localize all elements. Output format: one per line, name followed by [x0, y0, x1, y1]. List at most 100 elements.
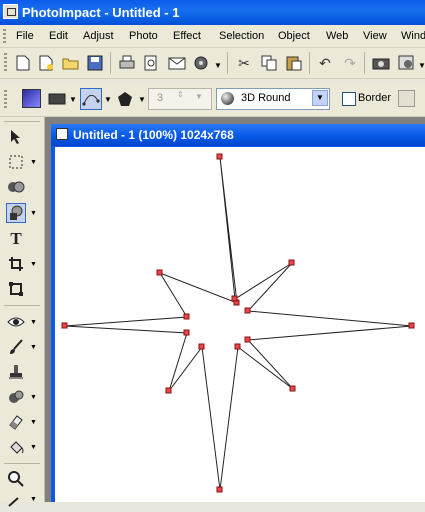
tool-panel-grip[interactable] — [4, 121, 40, 122]
crop-tool-dropdown-icon[interactable]: ▼ — [30, 261, 37, 268]
toolbar-separator — [110, 52, 111, 74]
menu-grip[interactable] — [3, 29, 6, 43]
crop-tool-icon[interactable] — [6, 254, 26, 274]
toolbar-separator — [309, 52, 310, 74]
eraser-tool-icon[interactable] — [6, 412, 26, 432]
image-canvas[interactable] — [55, 147, 425, 502]
new-icon[interactable] — [12, 52, 34, 74]
paint-tool-icon[interactable] — [6, 337, 26, 357]
path-node[interactable] — [198, 343, 205, 350]
menu-edit[interactable]: Edit — [49, 30, 68, 42]
spinner-dropdown-icon[interactable]: ▼ — [195, 92, 203, 101]
path-node[interactable] — [61, 322, 68, 329]
menu-photo[interactable]: Photo — [129, 30, 158, 42]
capture-dropdown-icon[interactable]: ▼ — [418, 61, 425, 70]
new-from-template-icon[interactable] — [36, 52, 58, 74]
selection-tool-icon[interactable] — [6, 152, 26, 172]
path-node[interactable] — [165, 387, 172, 394]
document-title-bar[interactable]: Untitled - 1 (100%) 1024x768 — [51, 124, 425, 146]
red-eye-tool-icon[interactable] — [6, 312, 26, 332]
mail-icon[interactable] — [166, 52, 188, 74]
path-node[interactable] — [289, 385, 296, 392]
paint-tool-dropdown-icon[interactable]: ▼ — [30, 344, 37, 351]
redo-icon[interactable]: ↷ — [339, 52, 361, 74]
star-path[interactable] — [64, 156, 413, 491]
clone-tool-icon[interactable] — [6, 387, 26, 407]
menu-web[interactable]: Web — [326, 30, 348, 42]
menu-adjust[interactable]: Adjust — [83, 30, 114, 42]
scan-dropdown-icon[interactable]: ▼ — [214, 61, 222, 70]
mask-tool-icon[interactable] — [6, 177, 26, 197]
path-node[interactable] — [216, 153, 223, 160]
selection-tool-dropdown-icon[interactable]: ▼ — [30, 159, 37, 166]
tool-separator — [4, 305, 40, 306]
app-title: PhotoImpact - Untitled - 1 — [22, 5, 180, 20]
path-tool-icon[interactable] — [6, 203, 26, 223]
menu-window[interactable]: Windo — [401, 30, 425, 42]
fill-tool-icon[interactable] — [6, 437, 26, 457]
app-icon[interactable] — [3, 4, 18, 19]
capture-icon[interactable] — [396, 52, 418, 74]
clone-tool-dropdown-icon[interactable]: ▼ — [30, 394, 37, 401]
path-tool-dropdown-icon[interactable]: ▼ — [30, 210, 37, 217]
print-icon[interactable] — [116, 52, 138, 74]
shape-type-dropdown-icon[interactable]: ▼ — [69, 95, 77, 104]
path-node[interactable] — [231, 295, 238, 302]
transform-tool-icon[interactable] — [6, 279, 26, 299]
text-tool-icon[interactable]: T — [6, 229, 26, 249]
menu-selection[interactable]: Selection — [219, 30, 264, 42]
zoom-tool-icon[interactable] — [6, 469, 26, 489]
fill-tool-dropdown-icon[interactable]: ▼ — [30, 444, 37, 451]
border-label: Border — [358, 92, 392, 104]
toolbar-grip[interactable] — [4, 90, 7, 110]
border-color-swatch[interactable] — [398, 90, 415, 107]
save-icon[interactable] — [84, 52, 106, 74]
stamp-tool-icon[interactable] — [6, 362, 26, 382]
eyedropper-tool-icon[interactable] — [6, 492, 26, 512]
path-node[interactable] — [408, 322, 415, 329]
menu-file[interactable]: File — [16, 30, 34, 42]
scan-icon[interactable] — [190, 52, 212, 74]
undo-icon[interactable]: ↶ — [314, 52, 336, 74]
path-edit-dropdown-icon[interactable]: ▼ — [104, 95, 112, 104]
path-edit-icon[interactable] — [80, 88, 102, 110]
camera-icon[interactable] — [370, 52, 392, 74]
3d-round-icon — [221, 92, 234, 105]
path-node[interactable] — [216, 486, 223, 493]
menu-view[interactable]: View — [363, 30, 387, 42]
document-title: Untitled - 1 (100%) 1024x768 — [73, 128, 234, 142]
eraser-tool-dropdown-icon[interactable]: ▼ — [30, 419, 37, 426]
tool-separator — [4, 463, 40, 464]
sides-value: 3 — [157, 92, 164, 104]
toolbar-grip[interactable] — [4, 53, 7, 73]
open-icon[interactable] — [60, 52, 82, 74]
print-preview-icon[interactable] — [140, 52, 162, 74]
pick-tool-icon[interactable] — [6, 127, 26, 147]
cut-icon[interactable]: ✂ — [233, 52, 255, 74]
red-eye-tool-dropdown-icon[interactable]: ▼ — [30, 319, 37, 326]
document-icon[interactable] — [56, 128, 68, 140]
border-checkbox[interactable] — [342, 92, 356, 106]
paste-icon[interactable] — [283, 52, 305, 74]
path-node[interactable] — [288, 259, 295, 266]
copy-icon[interactable] — [258, 52, 280, 74]
path-node[interactable] — [234, 343, 241, 350]
polygon-icon[interactable] — [114, 88, 136, 110]
path-node[interactable] — [244, 307, 251, 314]
path-node[interactable] — [244, 336, 251, 343]
menu-effect[interactable]: Effect — [173, 30, 201, 42]
path-node[interactable] — [156, 269, 163, 276]
path-node[interactable] — [183, 329, 190, 336]
path-node[interactable] — [183, 313, 190, 320]
document-window: Untitled - 1 (100%) 1024x768 — [51, 124, 425, 502]
shape-type-icon[interactable] — [46, 88, 68, 110]
color-box[interactable] — [22, 89, 41, 108]
sides-spinner[interactable]: 3 ⇕ ▼ — [148, 88, 212, 110]
mode-select-dropdown-icon[interactable]: ▼ — [312, 90, 328, 106]
mode-select-value: 3D Round — [241, 92, 291, 104]
mode-select[interactable]: 3D Round ▼ — [216, 88, 330, 110]
spinner-arrows-icon[interactable]: ⇕ — [177, 90, 184, 99]
polygon-dropdown-icon[interactable]: ▼ — [138, 95, 146, 104]
star-path-drawing[interactable] — [55, 147, 425, 502]
menu-object[interactable]: Object — [278, 30, 310, 42]
